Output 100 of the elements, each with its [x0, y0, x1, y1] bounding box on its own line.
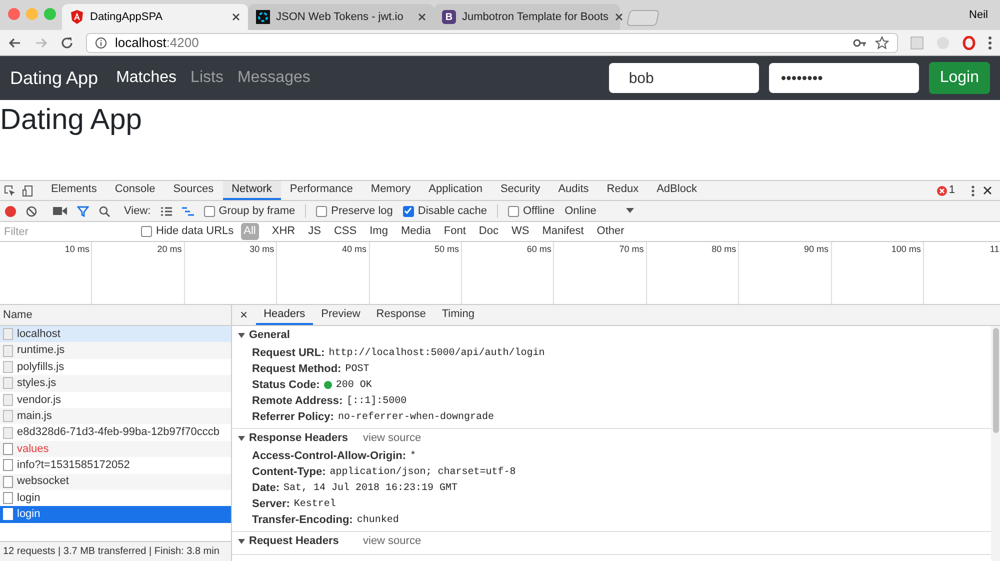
- timeline-tick: 20 ms: [157, 243, 182, 256]
- devtools-tab[interactable]: Console: [106, 181, 164, 200]
- timeline-tick: 30 ms: [250, 243, 274, 256]
- type-filter[interactable]: WS: [508, 223, 532, 240]
- header-value: [::1]:5000: [346, 394, 407, 408]
- star-icon[interactable]: [875, 36, 889, 50]
- file-icon: [3, 360, 13, 373]
- type-filter[interactable]: Doc: [476, 223, 502, 240]
- request-row[interactable]: styles.js: [0, 375, 231, 392]
- record-button[interactable]: [5, 206, 16, 216]
- filter-icon[interactable]: [77, 206, 89, 216]
- type-filter[interactable]: XHR: [268, 223, 298, 240]
- header-value: 200 OK: [336, 378, 372, 392]
- address-field[interactable]: localhost:4200: [86, 32, 898, 52]
- search-icon[interactable]: [99, 206, 110, 216]
- section-title[interactable]: General: [249, 327, 359, 344]
- filter-field[interactable]: Filter: [0, 222, 130, 240]
- devtools-tab[interactable]: AdBlock: [648, 181, 706, 200]
- checkbox[interactable]: [316, 206, 328, 216]
- request-row[interactable]: vendor.js: [0, 392, 231, 408]
- devtools-tab[interactable]: Audits: [549, 181, 598, 200]
- request-row[interactable]: main.js: [0, 408, 231, 424]
- checkbox[interactable]: [402, 206, 414, 216]
- menu-icon[interactable]: [988, 36, 992, 50]
- throttle-dropdown[interactable]: Online: [564, 202, 634, 220]
- waterfall-icon[interactable]: [182, 206, 194, 216]
- devtools-tab[interactable]: Redux: [598, 181, 648, 200]
- type-filter[interactable]: CSS: [330, 223, 360, 240]
- caret-icon[interactable]: [238, 332, 245, 339]
- brand-link[interactable]: Dating App: [10, 64, 98, 92]
- scrollbar-thumb[interactable]: [992, 328, 998, 433]
- devtools-tab[interactable]: Application: [420, 181, 492, 200]
- detail-tab[interactable]: Preview: [313, 305, 368, 325]
- detail-tab[interactable]: Response: [368, 305, 434, 325]
- type-filter[interactable]: Manifest: [539, 223, 587, 240]
- checkbox[interactable]: [508, 206, 519, 216]
- request-row[interactable]: runtime.js: [0, 342, 231, 359]
- checkbox[interactable]: [204, 206, 215, 216]
- devtools-tab[interactable]: Memory: [362, 181, 420, 200]
- browser-tab[interactable]: JSON Web Tokens - jwt.io: [248, 4, 434, 30]
- timeline-tick: 60 ms: [526, 243, 552, 256]
- key-icon[interactable]: [853, 38, 867, 48]
- browser-tab[interactable]: B Jumbotron Template for Boots: [434, 4, 620, 30]
- type-filter[interactable]: Img: [366, 223, 391, 240]
- login-button[interactable]: Login: [928, 62, 990, 94]
- request-row[interactable]: login: [0, 490, 231, 506]
- request-row[interactable]: values: [0, 440, 231, 458]
- pinwheel-logo-icon: [256, 10, 270, 24]
- file-icon: [3, 377, 13, 390]
- camera-icon[interactable]: [53, 206, 67, 216]
- inspect-icon[interactable]: [4, 184, 16, 196]
- nav-link[interactable]: Messages: [237, 66, 310, 90]
- clear-icon[interactable]: [26, 206, 37, 216]
- header-name: Referrer Policy:: [252, 410, 334, 425]
- nav-link[interactable]: Lists: [190, 66, 224, 90]
- nav-link[interactable]: Matches: [116, 66, 177, 90]
- request-row[interactable]: websocket: [0, 474, 231, 490]
- request-row[interactable]: localhost: [0, 326, 231, 342]
- section-title[interactable]: Response Headers: [249, 430, 359, 447]
- type-filter[interactable]: Other: [594, 223, 628, 240]
- type-filter[interactable]: Font: [440, 223, 469, 240]
- caret-icon[interactable]: [238, 435, 245, 442]
- devtools-tab[interactable]: Elements: [42, 181, 106, 200]
- tab-title: JSON Web Tokens - jwt.io: [276, 10, 404, 25]
- menu-icon[interactable]: [971, 184, 975, 196]
- devtools-tab[interactable]: Network: [222, 181, 281, 200]
- close-icon[interactable]: [614, 13, 623, 21]
- header-name: Remote Address:: [252, 394, 343, 409]
- devtools-tab[interactable]: Sources: [164, 181, 223, 200]
- view-source-link[interactable]: view source: [363, 533, 422, 550]
- list-view-icon[interactable]: [160, 206, 172, 216]
- caret-icon: [626, 208, 634, 214]
- device-icon[interactable]: [22, 184, 34, 196]
- close-icon[interactable]: [418, 13, 426, 21]
- header-name: Access-Control-Allow-Origin:: [252, 448, 406, 464]
- section-title[interactable]: Request Headers: [249, 533, 359, 550]
- browser-tab[interactable]: DatingAppSPA: [62, 4, 248, 30]
- username-field[interactable]: bob: [608, 63, 759, 93]
- devtools-tab[interactable]: Performance: [280, 181, 362, 200]
- checkbox-label: Disable cache: [418, 204, 487, 219]
- header-value: application/json; charset=utf-8: [330, 466, 516, 480]
- request-row[interactable]: login: [0, 506, 231, 523]
- file-icon: [3, 492, 13, 504]
- password-field[interactable]: ••••••••: [768, 63, 919, 93]
- timeline-tick: 100 ms: [891, 243, 921, 256]
- type-filter[interactable]: JS: [305, 223, 324, 240]
- checkbox-label: Preserve log: [331, 204, 393, 219]
- info-icon[interactable]: [95, 36, 107, 48]
- ring-icon[interactable]: [962, 36, 976, 50]
- close-button[interactable]: ×: [232, 305, 256, 325]
- type-filter[interactable]: Media: [398, 223, 434, 240]
- view-source-link[interactable]: view source: [363, 430, 422, 447]
- reload-icon[interactable]: [60, 36, 74, 50]
- caret-icon[interactable]: [238, 538, 245, 545]
- close-icon[interactable]: [983, 186, 992, 195]
- devtools-tab[interactable]: Security: [491, 181, 550, 200]
- close-icon[interactable]: [232, 13, 240, 21]
- checkbox[interactable]: [141, 226, 152, 237]
- back-icon[interactable]: [8, 36, 22, 50]
- detail-tab[interactable]: Timing: [434, 305, 482, 325]
